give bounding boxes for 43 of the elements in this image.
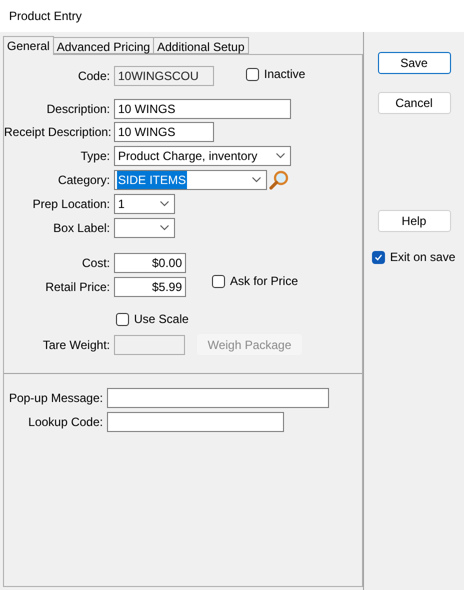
dropdown[interactable] (114, 218, 175, 238)
tab[interactable]: General (3, 36, 54, 55)
dialog-button[interactable]: Cancel (378, 92, 450, 114)
chevron-down-icon (160, 201, 169, 207)
field-label: Box Label: (53, 221, 110, 235)
text-field[interactable]: 10 WINGS (114, 122, 214, 142)
checkbox-label: Exit on save (390, 249, 456, 266)
dialog-button[interactable]: Save (378, 52, 450, 74)
field-label: Pop-up Message: (8, 391, 103, 405)
checkbox[interactable] (116, 312, 129, 326)
field-label: Code: (78, 69, 110, 83)
field-label: Tare Weight: (42, 338, 110, 352)
window-title: Product Entry (9, 8, 82, 25)
text-field[interactable]: $5.99 (114, 277, 186, 297)
dropdown[interactable]: Product Charge, inventory (114, 146, 291, 166)
field-label: Description: (46, 102, 110, 116)
field-label: Cost: (82, 256, 110, 270)
text-field[interactable] (107, 388, 329, 408)
text-field[interactable]: $0.00 (114, 253, 186, 273)
field-label: Receipt Description: (4, 125, 112, 139)
field-label: Type: (80, 149, 110, 163)
chevron-down-icon (276, 153, 285, 159)
check-icon (374, 252, 383, 262)
checkbox[interactable] (372, 250, 385, 264)
checkbox-label: Use Scale (134, 311, 189, 328)
checkbox[interactable] (212, 274, 225, 288)
chevron-down-icon (252, 177, 261, 183)
field-label: Prep Location: (32, 197, 110, 211)
chevron-down-icon (160, 225, 169, 231)
text-field[interactable]: 10 WINGS (114, 99, 291, 119)
checkbox-label: Inactive (264, 66, 306, 83)
dropdown[interactable]: SIDE ITEMS (114, 170, 267, 190)
field-label: Category: (58, 173, 110, 187)
tab[interactable]: Additional Setup (153, 37, 248, 54)
checkbox[interactable] (246, 68, 259, 80)
checkbox-label: Ask for Price (230, 273, 298, 290)
magnifier-icon[interactable] (269, 170, 289, 190)
tab[interactable]: Advanced Pricing (52, 37, 154, 54)
field-label: Lookup Code: (28, 415, 103, 429)
text-field[interactable] (107, 412, 284, 432)
field-label: Retail Price: (45, 280, 110, 294)
dropdown[interactable]: 1 (114, 194, 175, 214)
help-button[interactable]: Help (378, 210, 450, 232)
